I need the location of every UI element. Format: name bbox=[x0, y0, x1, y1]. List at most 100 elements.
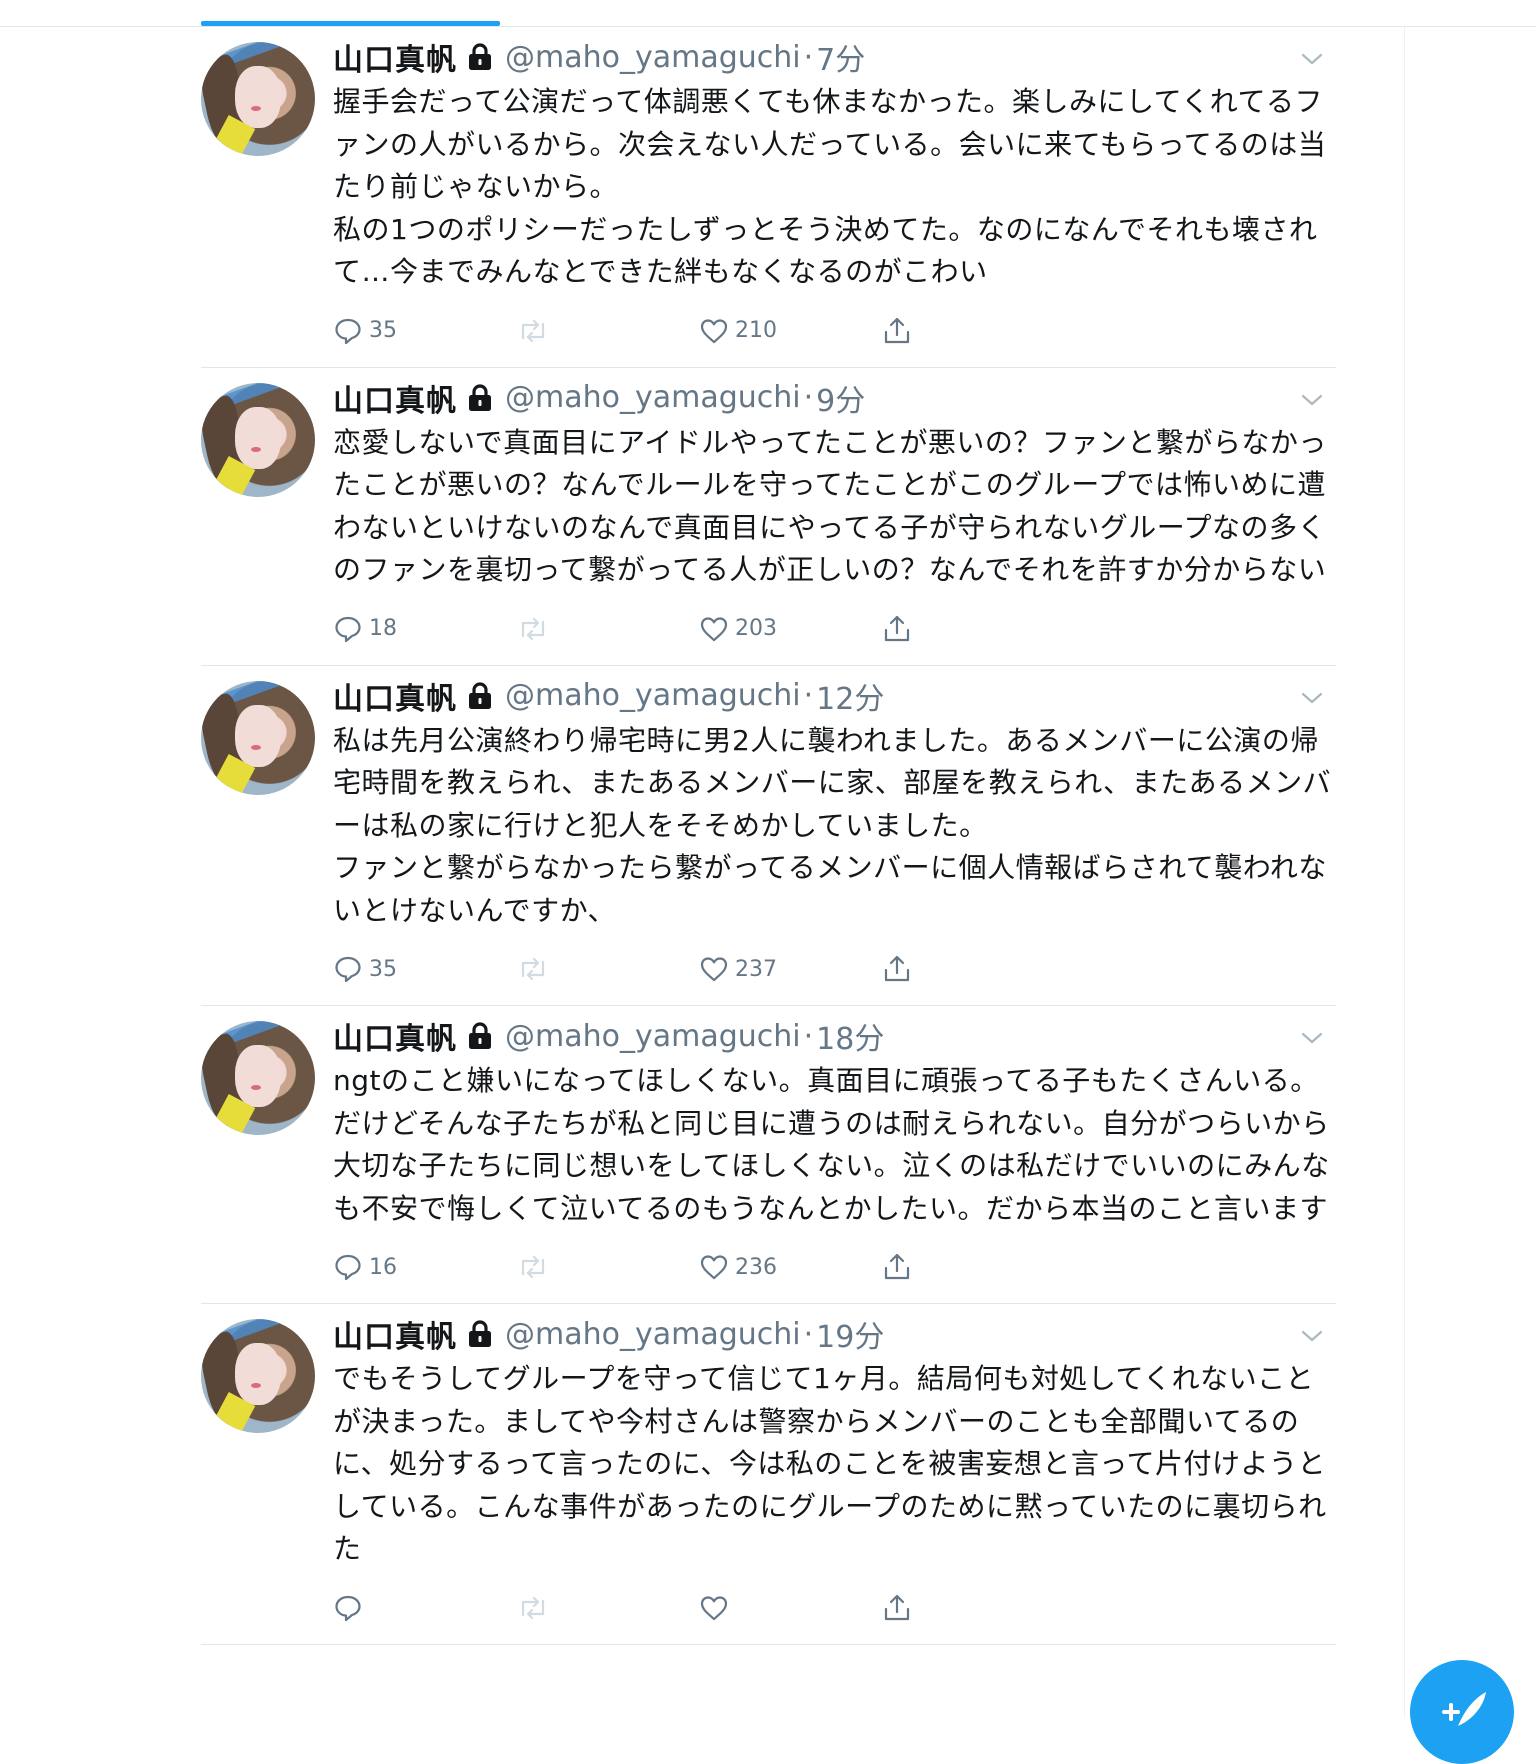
retweet-button bbox=[516, 954, 699, 984]
retweet-icon bbox=[521, 1255, 545, 1279]
reply-count: 18 bbox=[369, 616, 397, 641]
like-button[interactable]: 203 bbox=[699, 614, 882, 644]
display-name[interactable]: 山口真帆 bbox=[333, 376, 457, 420]
tweet-text: ngtのこと嫌いになってほしくない。真面目に頑張ってる子もたくさんいる。 だけど… bbox=[333, 1064, 1330, 1225]
lock-icon bbox=[467, 681, 493, 710]
tweet-text: 握手会だって公演だって体調悪くても休まなかった。楽しみにしてくれてるファンの人が… bbox=[333, 85, 1327, 288]
heart-icon bbox=[700, 957, 728, 982]
user-handle[interactable]: @maho_yamaguchi bbox=[505, 678, 801, 713]
reply-count: 35 bbox=[369, 956, 397, 982]
avatar[interactable] bbox=[201, 382, 315, 497]
avatar[interactable] bbox=[201, 680, 315, 795]
like-count: 237 bbox=[735, 956, 777, 982]
active-tab-indicator bbox=[201, 21, 500, 26]
timeline: 山口真帆 @maho_yamaguchi · 7分 握手会だって公演だって体調悪… bbox=[0, 27, 1536, 1645]
timestamp[interactable]: 19分 bbox=[816, 1312, 884, 1356]
share-button[interactable] bbox=[882, 1593, 942, 1623]
lock-icon bbox=[467, 1320, 493, 1348]
tweet-actions: 16 236 bbox=[333, 1248, 1333, 1286]
reply-count: 16 bbox=[369, 1254, 397, 1280]
lock-icon bbox=[467, 43, 493, 71]
share-icon bbox=[884, 317, 910, 343]
display-name[interactable]: 山口真帆 bbox=[333, 1312, 457, 1356]
reply-button[interactable]: 35 bbox=[333, 954, 516, 984]
reply-icon bbox=[335, 1595, 361, 1621]
tweet[interactable]: 山口真帆 @maho_yamaguchi · 18分 ngtのこと嫌いになってほ… bbox=[201, 1006, 1336, 1304]
lock-icon bbox=[467, 383, 493, 412]
heart-icon bbox=[700, 616, 728, 641]
timestamp[interactable]: 7分 bbox=[816, 35, 865, 79]
reply-icon bbox=[335, 616, 361, 642]
reply-button[interactable] bbox=[333, 1593, 516, 1623]
top-tab-bar bbox=[0, 0, 1536, 27]
user-handle[interactable]: @maho_yamaguchi bbox=[505, 1317, 801, 1352]
tweet[interactable]: 山口真帆 @maho_yamaguchi · 19分 でもそうしてグループを守っ… bbox=[201, 1304, 1336, 1645]
timestamp[interactable]: 12分 bbox=[816, 674, 884, 718]
like-count: 210 bbox=[735, 318, 777, 343]
like-button[interactable]: 237 bbox=[699, 954, 882, 984]
tweet[interactable]: 山口真帆 @maho_yamaguchi · 9分 恋愛しないで真面目にアイドル… bbox=[201, 368, 1336, 666]
avatar[interactable] bbox=[201, 1319, 315, 1433]
user-handle[interactable]: @maho_yamaguchi bbox=[505, 380, 801, 415]
heart-icon bbox=[700, 1595, 728, 1620]
heart-icon bbox=[700, 1255, 728, 1280]
tweet-actions: 18 203 bbox=[333, 610, 1333, 648]
separator-dot: · bbox=[803, 1018, 814, 1054]
reply-button[interactable]: 35 bbox=[333, 316, 516, 346]
like-button[interactable]: 210 bbox=[699, 316, 882, 346]
display-name[interactable]: 山口真帆 bbox=[333, 35, 457, 79]
reply-icon bbox=[335, 956, 361, 983]
tweet[interactable]: 山口真帆 @maho_yamaguchi · 7分 握手会だって公演だって体調悪… bbox=[201, 27, 1336, 368]
chevron-down-icon[interactable] bbox=[1300, 47, 1324, 71]
tweet-text: 恋愛しないで真面目にアイドルやってたことが悪いの？ファンと繋がらなかったことが悪… bbox=[333, 425, 1327, 587]
avatar[interactable] bbox=[201, 42, 315, 156]
retweet-button bbox=[516, 1252, 699, 1282]
share-button[interactable] bbox=[882, 1252, 942, 1282]
tweet-text: でもそうしてグループを守って信じて1ヶ月。結局何も対処してくれないことが決まった… bbox=[333, 1362, 1327, 1565]
timestamp[interactable]: 9分 bbox=[816, 376, 865, 420]
like-button[interactable]: 236 bbox=[699, 1252, 882, 1282]
chevron-down-icon[interactable] bbox=[1300, 388, 1324, 412]
like-button[interactable] bbox=[699, 1593, 882, 1623]
share-icon bbox=[884, 1594, 910, 1620]
like-count: 203 bbox=[735, 616, 777, 641]
share-icon bbox=[884, 1253, 910, 1280]
reply-icon bbox=[335, 318, 361, 344]
share-button[interactable] bbox=[882, 954, 942, 984]
retweet-button bbox=[516, 614, 699, 644]
retweet-icon bbox=[521, 617, 545, 640]
share-button[interactable] bbox=[882, 316, 942, 346]
compose-tweet-button[interactable] bbox=[1410, 1660, 1514, 1764]
separator-dot: · bbox=[803, 1316, 814, 1352]
retweet-icon bbox=[521, 957, 545, 981]
heart-icon bbox=[700, 318, 728, 343]
reply-button[interactable]: 16 bbox=[333, 1252, 516, 1282]
lock-icon bbox=[467, 1022, 493, 1050]
retweet-icon bbox=[521, 319, 545, 342]
separator-dot: · bbox=[803, 380, 814, 415]
user-handle[interactable]: @maho_yamaguchi bbox=[505, 40, 801, 75]
retweet-button bbox=[516, 316, 699, 346]
avatar[interactable] bbox=[201, 1021, 315, 1135]
like-count: 236 bbox=[735, 1254, 777, 1280]
tweet-text: 私は先月公演終わり帰宅時に男2人に襲われました。あるメンバーに公演の帰宅時間を教… bbox=[333, 723, 1332, 927]
tweet-actions bbox=[333, 1589, 1333, 1627]
reply-icon bbox=[335, 1254, 361, 1281]
retweet-icon bbox=[521, 1596, 545, 1619]
chevron-down-icon[interactable] bbox=[1300, 1026, 1324, 1050]
retweet-button bbox=[516, 1593, 699, 1623]
share-icon bbox=[884, 615, 910, 641]
display-name[interactable]: 山口真帆 bbox=[333, 1014, 457, 1058]
share-button[interactable] bbox=[882, 614, 942, 644]
timestamp[interactable]: 18分 bbox=[816, 1014, 884, 1058]
tweet[interactable]: 山口真帆 @maho_yamaguchi · 12分 私は先月公演終わり帰宅時に… bbox=[201, 666, 1336, 1006]
tweet-actions: 35 210 bbox=[333, 312, 1333, 350]
display-name[interactable]: 山口真帆 bbox=[333, 674, 457, 718]
reply-count: 35 bbox=[369, 318, 397, 343]
user-handle[interactable]: @maho_yamaguchi bbox=[505, 1019, 801, 1054]
compose-icon bbox=[1442, 1692, 1486, 1726]
tweet-actions: 35 237 bbox=[333, 950, 1333, 988]
reply-button[interactable]: 18 bbox=[333, 614, 516, 644]
chevron-down-icon[interactable] bbox=[1300, 686, 1324, 710]
chevron-down-icon[interactable] bbox=[1300, 1324, 1324, 1348]
